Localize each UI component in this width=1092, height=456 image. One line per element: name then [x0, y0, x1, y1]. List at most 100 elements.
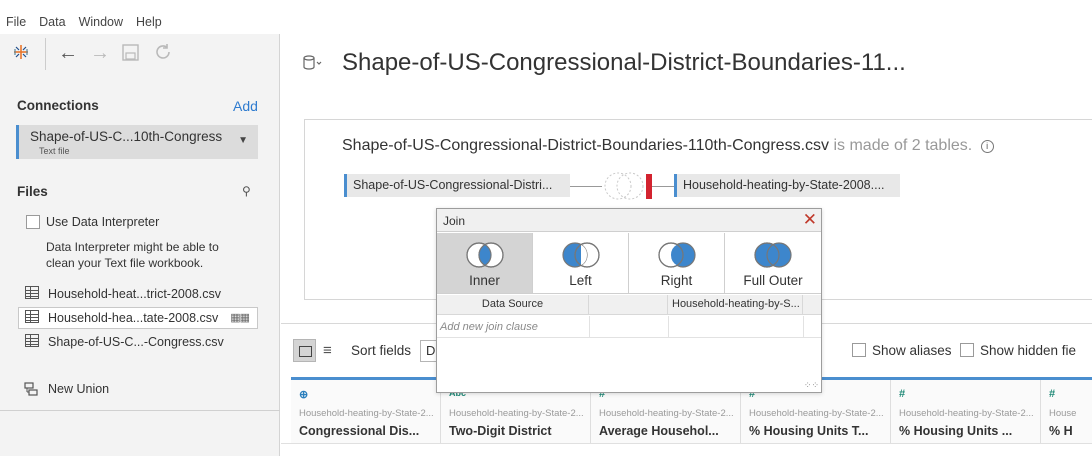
- connection-name: Shape-of-US-C...10th-Congress: [30, 129, 223, 144]
- add-connection-link[interactable]: Add: [233, 98, 258, 114]
- search-icon[interactable]: ⚲: [242, 184, 251, 198]
- datasource-summary: Shape-of-US-Congressional-District-Bound…: [342, 137, 994, 155]
- divider: [281, 443, 1092, 444]
- menu-data[interactable]: Data: [33, 12, 72, 32]
- full-outer-join-venn-icon: [754, 242, 792, 268]
- inner-join-venn-icon: [466, 242, 504, 268]
- new-union-link[interactable]: New Union: [48, 382, 109, 396]
- left-join-venn-icon: [562, 242, 600, 268]
- toolbar-divider: [45, 38, 46, 70]
- field-source: Household-heating-by-State-2...: [299, 408, 434, 419]
- info-icon[interactable]: i: [980, 140, 994, 153]
- field-column[interactable]: # House % H: [1041, 380, 1092, 443]
- field-name[interactable]: Average Househol...: [599, 424, 719, 438]
- file-label: Shape-of-US-C...-Congress.csv: [48, 335, 224, 349]
- join-type-full-outer[interactable]: Full Outer: [725, 233, 821, 293]
- show-aliases-label[interactable]: Show aliases: [872, 343, 952, 358]
- connection-type: Text file: [39, 146, 70, 156]
- field-source: Household-heating-by-State-2...: [899, 408, 1034, 419]
- field-source: Household-heating-by-State-2...: [449, 408, 584, 419]
- field-name[interactable]: % Housing Units ...: [899, 424, 1012, 438]
- show-hidden-fields-label[interactable]: Show hidden fie: [980, 343, 1076, 358]
- grid-view-icon[interactable]: ▦▦: [230, 311, 250, 324]
- join-clause-header: Data Source Household-heating-by-S...: [437, 295, 821, 315]
- menu-help[interactable]: Help: [130, 12, 169, 32]
- join-dialog-title: Join: [443, 214, 466, 228]
- field-name[interactable]: Two-Digit District: [449, 424, 552, 438]
- show-hidden-fields-checkbox[interactable]: [960, 343, 974, 357]
- right-table-column-header: Household-heating-by-S...: [668, 295, 803, 314]
- right-table-pill[interactable]: Household-heating-by-State-2008....: [674, 174, 900, 197]
- operator-column-header: [589, 295, 668, 314]
- table-icon: [25, 310, 39, 323]
- join-type-left[interactable]: Left: [533, 233, 629, 293]
- join-type-inner[interactable]: Inner: [437, 233, 533, 293]
- field-name[interactable]: Congressional Dis...: [299, 424, 419, 438]
- divider: [803, 316, 804, 338]
- join-type-selector: Inner Left Right Full Outer: [437, 233, 821, 294]
- sort-fields-label: Sort fields: [351, 343, 412, 358]
- resize-grip-icon[interactable]: ⁘⁘: [804, 380, 819, 391]
- join-type-label: Inner: [469, 273, 500, 288]
- save-icon[interactable]: [122, 44, 139, 66]
- field-column[interactable]: ⊕ Household-heating-by-State-2... Congre…: [291, 380, 441, 443]
- database-icon[interactable]: [302, 54, 322, 77]
- file-label: Household-heat...trict-2008.csv: [48, 287, 222, 301]
- divider: [668, 316, 669, 338]
- file-item-selected[interactable]: Household-hea...tate-2008.csv ▦▦: [18, 307, 258, 329]
- field-source: House: [1049, 408, 1077, 419]
- datasource-title[interactable]: Shape-of-US-Congressional-District-Bound…: [342, 49, 906, 77]
- data-pane: ← → Connections Add Shape-of-US-C...10th…: [0, 34, 280, 456]
- field-source: Household-heating-by-State-2...: [599, 408, 734, 419]
- union-icon: [24, 382, 38, 396]
- files-title: Files: [17, 184, 48, 199]
- divider: [589, 316, 590, 338]
- menu-window[interactable]: Window: [73, 12, 130, 32]
- menu-bar: File Data Window Help: [0, 12, 169, 32]
- join-type-label: Left: [569, 273, 592, 288]
- field-name[interactable]: % Housing Units T...: [749, 424, 868, 438]
- table-icon: [25, 286, 39, 299]
- join-connector: [570, 186, 602, 187]
- add-join-clause-row[interactable]: Add new join clause: [437, 316, 821, 338]
- connections-title: Connections: [17, 98, 99, 113]
- show-aliases-checkbox[interactable]: [852, 343, 866, 357]
- data-interpreter-note: Data Interpreter might be able to clean …: [46, 240, 219, 270]
- field-name[interactable]: % H: [1049, 424, 1073, 438]
- tableau-logo-icon[interactable]: [12, 43, 30, 65]
- grid-view-button[interactable]: [293, 339, 316, 362]
- join-dialog-header[interactable]: Join ✕: [437, 209, 821, 232]
- refresh-icon[interactable]: [154, 43, 172, 65]
- add-join-clause-placeholder[interactable]: Add new join clause: [440, 321, 538, 333]
- connection-item[interactable]: Shape-of-US-C...10th-Congress Text file …: [16, 125, 258, 159]
- join-type-right[interactable]: Right: [629, 233, 725, 293]
- toolbar: ← →: [0, 34, 280, 72]
- use-data-interpreter-label[interactable]: Use Data Interpreter: [46, 215, 159, 229]
- join-connector: [652, 186, 674, 187]
- field-source: Household-heating-by-State-2...: [749, 408, 884, 419]
- number-icon[interactable]: #: [899, 388, 905, 400]
- join-type-label: Full Outer: [743, 273, 803, 288]
- chevron-down-icon[interactable]: ▼: [238, 135, 248, 146]
- globe-icon[interactable]: ⊕: [299, 388, 308, 401]
- field-column[interactable]: # Household-heating-by-State-2... % Hous…: [891, 380, 1041, 443]
- data-source-column-header: Data Source: [437, 295, 589, 314]
- venn-ghost-icon[interactable]: [600, 171, 650, 201]
- number-icon[interactable]: #: [1049, 388, 1055, 400]
- datasource-file-name: Shape-of-US-Congressional-District-Bound…: [342, 137, 830, 154]
- table-icon: [25, 334, 39, 347]
- file-item[interactable]: Household-heat...trict-2008.csv: [18, 283, 258, 305]
- arrow-right-icon[interactable]: →: [90, 42, 110, 64]
- close-icon[interactable]: ✕: [803, 210, 817, 230]
- file-item[interactable]: Shape-of-US-C...-Congress.csv: [18, 331, 258, 353]
- left-table-pill[interactable]: Shape-of-US-Congressional-Distri...: [344, 174, 570, 197]
- divider: [0, 410, 280, 411]
- made-of-text: is made of 2 tables.: [833, 137, 973, 154]
- use-data-interpreter-checkbox[interactable]: [26, 215, 40, 229]
- join-type-label: Right: [660, 273, 693, 288]
- right-join-venn-icon: [658, 242, 696, 268]
- join-dialog: Join ✕ Inner Left Right Full Outer Data …: [436, 208, 822, 393]
- arrow-left-icon[interactable]: ←: [58, 42, 78, 64]
- list-view-icon[interactable]: ≡: [323, 342, 332, 359]
- menu-file[interactable]: File: [0, 12, 33, 32]
